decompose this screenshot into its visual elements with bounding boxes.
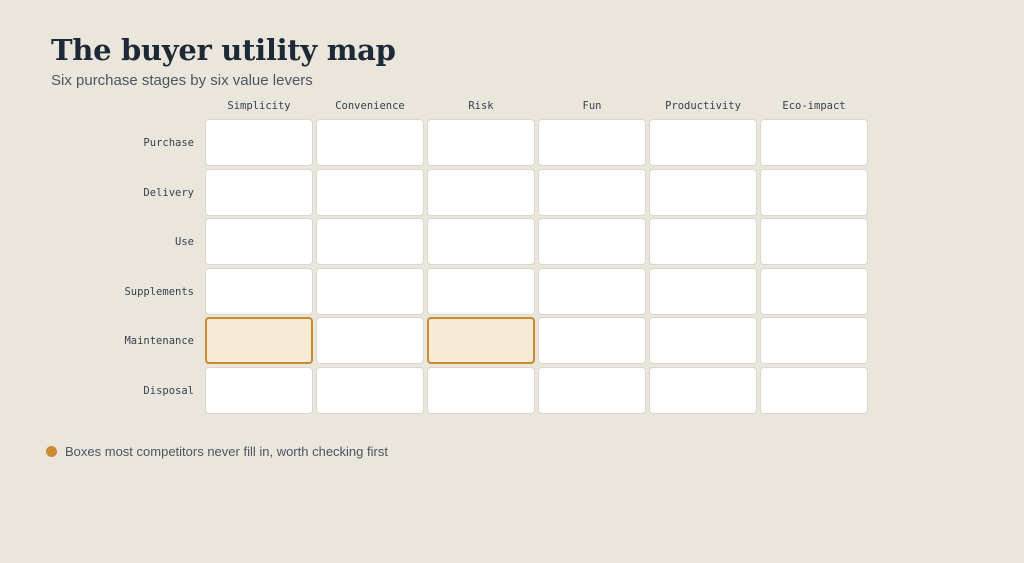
cell-delivery-productivity[interactable] [649, 168, 757, 216]
cell-delivery-convenience[interactable] [316, 168, 424, 216]
row-header-use: Use [175, 236, 194, 248]
row-header-purchase: Purchase [143, 137, 194, 149]
row-header-disposal: Disposal [143, 384, 194, 397]
row-header-supplements: Supplements [124, 285, 194, 298]
cell-delivery-fun[interactable] [538, 168, 646, 216]
cell-maintenance-simplicity[interactable] [205, 317, 313, 364]
cell-maintenance-convenience[interactable] [316, 317, 424, 364]
cell-maintenance-fun[interactable] [538, 317, 646, 364]
cell-supplements-productivity[interactable] [649, 267, 757, 315]
cell-purchase-fun[interactable] [538, 119, 646, 166]
cell-maintenance-productivity[interactable] [649, 317, 757, 364]
cell-delivery-simplicity[interactable] [205, 168, 313, 216]
cell-supplements-risk[interactable] [427, 267, 535, 315]
column-header-convenience: Convenience [335, 100, 405, 112]
cell-supplements-fun[interactable] [538, 267, 646, 315]
cell-purchase-simplicity[interactable] [205, 119, 313, 166]
legend-dot-icon [46, 445, 57, 457]
column-header-fun: Fun [582, 100, 602, 112]
cell-maintenance-risk[interactable] [427, 317, 535, 364]
cell-disposal-convenience[interactable] [316, 366, 424, 414]
cell-maintenance-eco-impact[interactable] [760, 317, 868, 364]
cell-purchase-productivity[interactable] [649, 119, 757, 166]
cell-use-risk[interactable] [427, 218, 535, 265]
cell-disposal-simplicity[interactable] [205, 366, 313, 414]
cell-disposal-fun[interactable] [538, 366, 646, 414]
cell-use-simplicity[interactable] [205, 218, 313, 265]
cell-supplements-convenience[interactable] [316, 267, 424, 315]
legend: Boxes most competitors never fill in, wo… [46, 442, 388, 460]
cell-purchase-eco-impact[interactable] [760, 119, 868, 166]
cell-use-eco-impact[interactable] [760, 218, 868, 265]
row-header-maintenance: Maintenance [124, 335, 194, 347]
column-header-productivity: Productivity [665, 100, 741, 112]
cell-purchase-convenience[interactable] [316, 119, 424, 166]
cell-delivery-eco-impact[interactable] [760, 168, 868, 216]
cell-use-productivity[interactable] [649, 218, 757, 265]
cell-supplements-eco-impact[interactable] [760, 267, 868, 315]
cell-disposal-eco-impact[interactable] [760, 366, 868, 414]
utility-map-grid: Simplicity Convenience Risk Fun Productivity… [0, 0, 1024, 563]
row-header-delivery: Delivery [143, 186, 194, 199]
cell-supplements-simplicity[interactable] [205, 267, 313, 315]
cell-use-convenience[interactable] [316, 218, 424, 265]
cell-disposal-risk[interactable] [427, 366, 535, 414]
column-header-eco-impact: Eco-impact [782, 100, 846, 112]
cell-use-fun[interactable] [538, 218, 646, 265]
cell-purchase-risk[interactable] [427, 119, 535, 166]
legend-text: Boxes most competitors never fill in, wo… [65, 443, 388, 459]
cell-delivery-risk[interactable] [427, 168, 535, 216]
column-header-simplicity: Simplicity [227, 100, 291, 112]
column-header-risk: Risk [468, 100, 494, 112]
cell-disposal-productivity[interactable] [649, 366, 757, 414]
